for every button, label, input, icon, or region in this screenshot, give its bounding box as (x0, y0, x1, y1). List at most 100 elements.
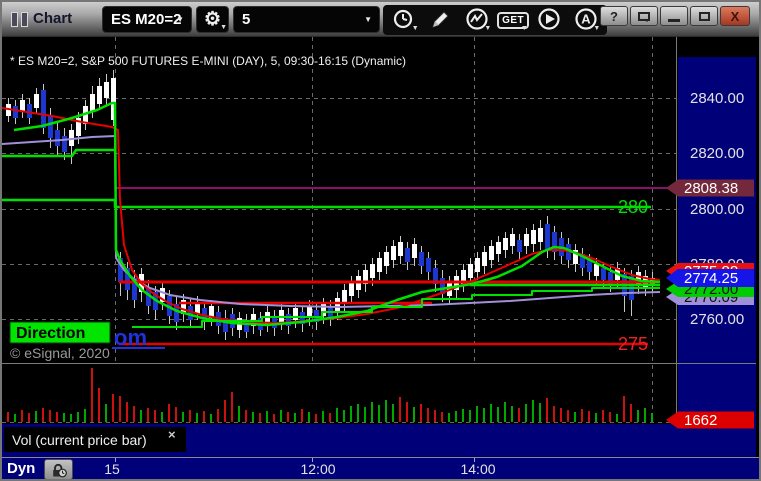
candle-up (384, 252, 389, 266)
volume-bar (364, 407, 366, 422)
price-axis[interactable] (678, 37, 756, 457)
chart-canvas[interactable]: * ES M20=2, S&P 500 FUTURES E-MINI (DAY)… (2, 37, 759, 457)
candle-up (503, 238, 508, 250)
help-label: ? (610, 8, 618, 24)
chevron-down-icon: ▼ (411, 25, 419, 32)
pencil-icon (432, 11, 450, 28)
volume-bar (574, 412, 576, 422)
volume-bar (595, 413, 597, 422)
volume-bar (133, 406, 135, 422)
time-tick (312, 458, 313, 462)
interval-dropdown[interactable]: 5 ▼ (233, 6, 380, 33)
volume-pane-label: Vol (current price bar) × (4, 427, 186, 452)
volume-bar (14, 414, 16, 422)
time-label: 12:00 (300, 461, 336, 477)
volume-bar (28, 413, 30, 422)
close-icon: X (730, 8, 740, 24)
volume-bar (322, 411, 324, 422)
chevron-down-icon: ▼ (520, 25, 528, 32)
volume-bar (259, 413, 261, 422)
volume-bar (182, 412, 184, 422)
volume-bar (231, 392, 233, 422)
maximize-icon (698, 11, 710, 21)
volume-label-text: Vol (current price bar) (12, 432, 147, 448)
close-button[interactable]: X (720, 6, 750, 26)
candle-up (104, 82, 109, 98)
volume-bar (84, 409, 86, 422)
window-title: Chart (33, 10, 73, 27)
chevron-down-icon: ▼ (484, 25, 492, 32)
volume-bar (392, 404, 394, 422)
symbol-value: ES M20=2 (111, 11, 182, 28)
candle-up (34, 94, 39, 108)
popout-icon (638, 11, 650, 22)
dynamic-session-label: Dyn (7, 460, 36, 477)
volume-bar (56, 412, 58, 422)
volume-bar (546, 398, 548, 422)
gear-icon: ⚙ (203, 9, 222, 30)
volume-bar (308, 412, 310, 422)
volume-bar (196, 413, 198, 422)
get-data-button[interactable]: GET ▼ (497, 7, 530, 33)
volume-bar (518, 408, 520, 422)
volume-bar (427, 408, 429, 422)
play-icon (538, 8, 561, 30)
volume-bar (49, 410, 51, 422)
volume-close-icon[interactable]: × (168, 427, 176, 442)
volume-bar (315, 414, 317, 422)
candle-down (62, 136, 67, 152)
candle-down (27, 104, 32, 118)
candle-up (510, 234, 515, 246)
help-button[interactable]: ? (600, 6, 628, 26)
volume-bar (329, 413, 331, 422)
volume-bar (490, 404, 492, 422)
volume-bar (301, 409, 303, 422)
volume-bar (623, 396, 625, 422)
volume-bar (581, 409, 583, 422)
candle-up (349, 282, 354, 296)
symbol-settings-button[interactable]: ⚙ ▼ (196, 6, 229, 33)
title-bar[interactable]: Chart ES M20=2 ▼ ⚙ ▼ 5 ▼ ▼ ▼ GET ▼ A ▼ ?… (2, 2, 759, 37)
volume-bar (217, 409, 219, 422)
volume-bar (651, 413, 653, 422)
volume-bar (644, 408, 646, 422)
direction-badge-label: Direction (16, 325, 85, 342)
time-label: 15 (104, 461, 120, 477)
volume-bar (539, 403, 541, 422)
copyright-text: © eSignal, 2020 (10, 345, 110, 361)
replay-button[interactable] (534, 7, 565, 33)
symbol-dropdown[interactable]: ES M20=2 ▼ (102, 6, 192, 33)
volume-bar (378, 405, 380, 422)
popout-button[interactable] (630, 6, 658, 26)
volume-bar (462, 409, 464, 422)
alerts-button[interactable]: A ▼ (570, 7, 601, 33)
studies-button[interactable]: ▼ (461, 7, 492, 33)
volume-bar (189, 410, 191, 422)
candle-down (419, 252, 424, 266)
minimize-button[interactable] (660, 6, 688, 26)
volume-bar (350, 406, 352, 422)
time-lock-button[interactable] (44, 459, 73, 479)
volume-bar (238, 406, 240, 422)
red-level-label: 275 (618, 334, 648, 354)
toolbar-icon-strip: ▼ ▼ GET ▼ A ▼ (383, 5, 607, 35)
candle-up (482, 252, 487, 266)
candle-up (524, 234, 529, 246)
time-tick (474, 458, 475, 462)
volume-bar (385, 400, 387, 422)
volume-bar (553, 406, 555, 422)
candle-up (468, 264, 473, 278)
volume-bar (35, 411, 37, 422)
time-axis-bar[interactable]: Dyn 15 12:00 14:00 (2, 457, 759, 479)
volume-bar (413, 407, 415, 422)
candle-down (41, 90, 46, 128)
candle-up (335, 298, 340, 312)
maximize-button[interactable] (690, 6, 718, 26)
time-template-button[interactable]: ▼ (389, 7, 420, 33)
candle-up (293, 308, 298, 320)
volume-bar (287, 412, 289, 422)
time-tick (115, 458, 116, 462)
draw-tool-button[interactable] (425, 7, 456, 33)
minimize-icon (668, 19, 680, 22)
volume-bar (252, 412, 254, 422)
